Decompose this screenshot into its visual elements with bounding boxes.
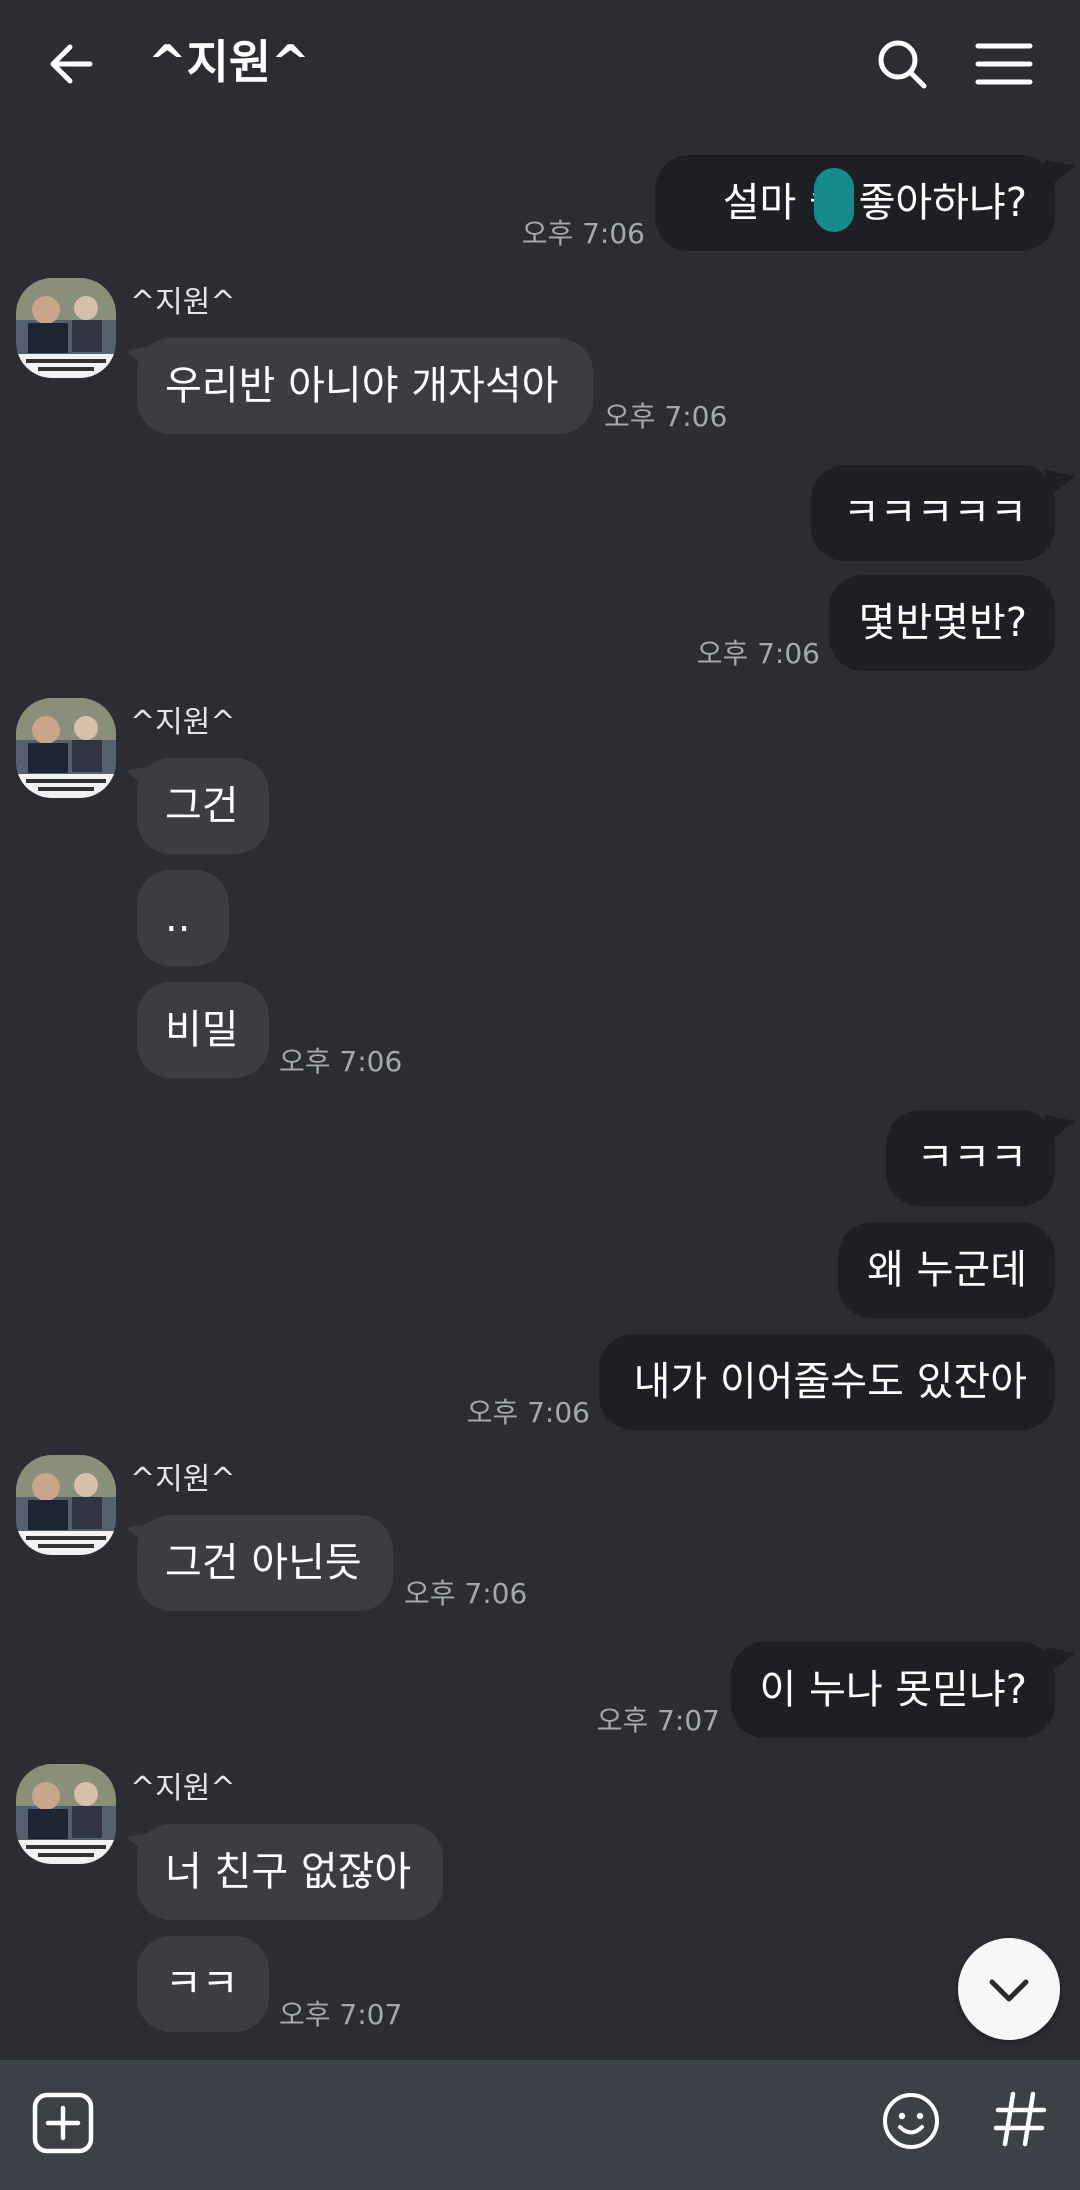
bubble-tail bbox=[1045, 1115, 1075, 1145]
redaction-mark bbox=[814, 168, 854, 232]
message-text: 이 누나 못믿냐? bbox=[759, 1667, 1027, 1713]
arrow-left-icon bbox=[50, 44, 93, 84]
message-bubble-outgoing[interactable]: 내가 이어줄수도 있잔아 bbox=[599, 1334, 1055, 1430]
menu-button[interactable] bbox=[970, 30, 1038, 98]
message-bubble-outgoing[interactable]: 몇반몇반? bbox=[829, 575, 1055, 671]
message-text: 몇반몇반? bbox=[858, 600, 1027, 646]
message-bubble-outgoing[interactable]: ㅋㅋㅋ bbox=[886, 1110, 1055, 1206]
message-time: 오후 7:07 bbox=[279, 1998, 403, 2031]
message-text: 설마 솔 좋아하냐? bbox=[722, 180, 1027, 226]
add-attachment-button[interactable] bbox=[30, 2090, 96, 2156]
plus-square-icon bbox=[32, 2092, 94, 2154]
avatar[interactable] bbox=[16, 1764, 116, 1864]
message-text: 우리반 아니야 개자석아 bbox=[165, 363, 559, 409]
sender-name: ^지원^ bbox=[130, 705, 236, 740]
message-text: 그건 bbox=[165, 783, 239, 829]
message-bubble-incoming[interactable]: 우리반 아니야 개자석아 bbox=[137, 338, 593, 434]
bubble-tail bbox=[1045, 1647, 1075, 1677]
message-time: 오후 7:06 bbox=[604, 400, 728, 433]
message-bubble-outgoing[interactable]: 이 누나 못믿냐? bbox=[731, 1642, 1055, 1738]
search-button[interactable] bbox=[868, 30, 936, 98]
bubble-tail bbox=[1045, 470, 1075, 500]
message-time: 오후 7:07 bbox=[596, 1704, 720, 1737]
message-text: 너 친구 없잖아 bbox=[165, 1849, 412, 1895]
message-composer bbox=[0, 2060, 1080, 2190]
avatar[interactable] bbox=[16, 278, 116, 378]
message-text: ㅋㅋ bbox=[165, 1961, 239, 2007]
message-bubble-incoming[interactable]: 너 친구 없잖아 bbox=[137, 1824, 443, 1920]
message-bubble-outgoing[interactable]: 설마 솔 좋아하냐? bbox=[655, 155, 1055, 251]
message-bubble-incoming[interactable]: 그건 아닌듯 bbox=[137, 1515, 393, 1611]
hashtag-button[interactable] bbox=[990, 2086, 1050, 2152]
chat-title: ^지원^ bbox=[148, 35, 310, 89]
emoji-button[interactable] bbox=[880, 2090, 942, 2152]
message-bubble-incoming[interactable]: 그건 bbox=[137, 758, 269, 854]
message-bubble-incoming[interactable]: 비밀 bbox=[137, 982, 269, 1078]
avatar[interactable] bbox=[16, 698, 116, 798]
message-text: 내가 이어줄수도 있잔아 bbox=[633, 1359, 1027, 1405]
message-text: ㅋㅋㅋㅋㅋ bbox=[843, 490, 1027, 536]
search-icon bbox=[878, 40, 927, 89]
message-bubble-outgoing[interactable]: ㅋㅋㅋㅋㅋ bbox=[811, 465, 1055, 561]
message-bubble-outgoing[interactable]: 왜 누군데 bbox=[838, 1222, 1055, 1318]
hamburger-menu-icon bbox=[975, 43, 1033, 85]
sender-name: ^지원^ bbox=[130, 1462, 236, 1497]
message-text: .. bbox=[165, 895, 191, 941]
message-text: 왜 누군데 bbox=[867, 1247, 1027, 1293]
message-text: ㅋㅋㅋ bbox=[916, 1135, 1027, 1181]
chevron-down-icon bbox=[989, 1979, 1029, 2002]
avatar[interactable] bbox=[16, 1455, 116, 1555]
bubble-tail bbox=[1045, 160, 1075, 190]
hashtag-icon bbox=[993, 2091, 1047, 2147]
message-bubble-incoming[interactable]: ㅋㅋ bbox=[137, 1936, 269, 2032]
smiley-icon bbox=[883, 2093, 939, 2149]
sender-name: ^지원^ bbox=[130, 1771, 236, 1806]
message-time: 오후 7:06 bbox=[521, 217, 645, 250]
message-time: 오후 7:06 bbox=[279, 1045, 403, 1078]
message-time: 오후 7:06 bbox=[466, 1396, 590, 1429]
message-time: 오후 7:06 bbox=[696, 637, 820, 670]
message-text: 비밀 bbox=[165, 1007, 239, 1053]
chat-header: ^지원^ bbox=[0, 0, 1080, 125]
scroll-to-bottom-button[interactable] bbox=[958, 1938, 1060, 2040]
message-time: 오후 7:06 bbox=[404, 1577, 528, 1610]
message-text: 그건 아닌듯 bbox=[165, 1540, 362, 1586]
back-button[interactable] bbox=[40, 30, 108, 98]
message-bubble-incoming[interactable]: .. bbox=[137, 870, 229, 966]
sender-name: ^지원^ bbox=[130, 285, 236, 320]
